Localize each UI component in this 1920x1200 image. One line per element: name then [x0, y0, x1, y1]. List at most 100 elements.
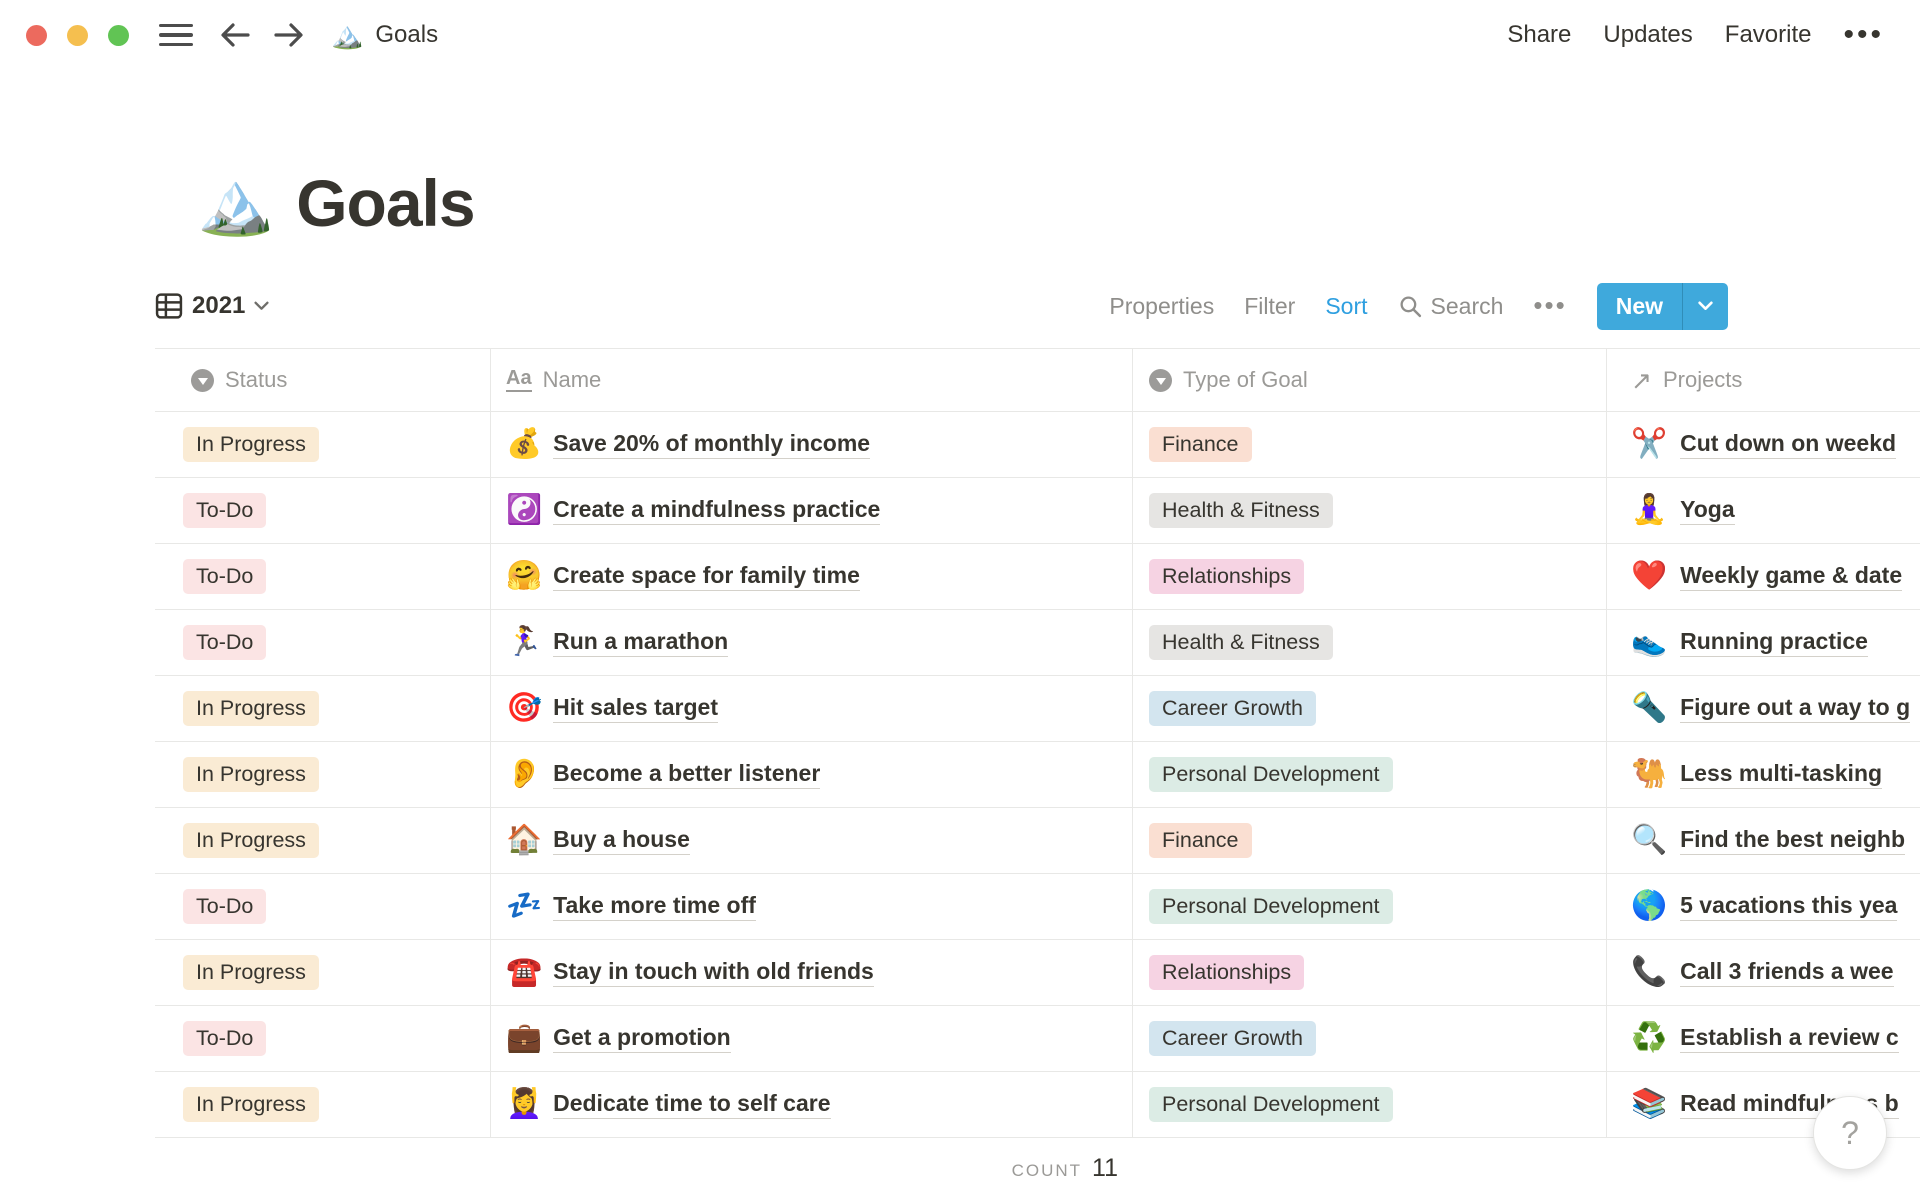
- type-badge[interactable]: Health & Fitness: [1149, 493, 1333, 528]
- type-badge[interactable]: Career Growth: [1149, 691, 1316, 726]
- page-mountain-icon[interactable]: 🏔️: [197, 169, 274, 238]
- project-emoji-icon: 🧘‍♀️: [1631, 494, 1668, 526]
- goal-name-link[interactable]: Become a better listener: [553, 760, 821, 789]
- project-link[interactable]: 5 vacations this yea: [1680, 892, 1898, 921]
- window-title-bar: 🏔️ Goals Share Updates Favorite •••: [0, 0, 1920, 70]
- status-badge[interactable]: In Progress: [183, 691, 319, 726]
- project-link[interactable]: Find the best neighb: [1680, 826, 1905, 855]
- favorite-button[interactable]: Favorite: [1725, 21, 1812, 49]
- forward-arrow-icon[interactable]: [273, 21, 305, 49]
- type-badge[interactable]: Finance: [1149, 427, 1252, 462]
- status-badge[interactable]: To-Do: [183, 625, 267, 660]
- share-button[interactable]: Share: [1507, 21, 1571, 49]
- projects-cell: ✂️ Cut down on weekd: [1606, 412, 1920, 477]
- minimize-window-button[interactable]: [67, 24, 88, 46]
- status-badge[interactable]: In Progress: [183, 1087, 319, 1122]
- project-link[interactable]: Call 3 friends a wee: [1680, 958, 1894, 987]
- projects-cell: ♻️ Establish a review c: [1606, 1006, 1920, 1071]
- project-link[interactable]: Running practice: [1680, 628, 1868, 657]
- goal-name-link[interactable]: Stay in touch with old friends: [553, 958, 874, 987]
- projects-cell: 🌎 5 vacations this yea: [1606, 874, 1920, 939]
- name-cell: 💼 Get a promotion: [490, 1006, 1132, 1071]
- goal-emoji-icon: ☯️: [506, 494, 543, 526]
- project-link[interactable]: Establish a review c: [1680, 1024, 1899, 1053]
- more-options-icon[interactable]: •••: [1843, 20, 1884, 50]
- project-link[interactable]: Figure out a way to g: [1680, 694, 1911, 723]
- breadcrumb[interactable]: 🏔️ Goals: [331, 21, 438, 49]
- column-label: Projects: [1662, 367, 1743, 392]
- updates-button[interactable]: Updates: [1603, 21, 1692, 49]
- close-window-button[interactable]: [26, 24, 47, 46]
- status-badge[interactable]: To-Do: [183, 493, 267, 528]
- type-badge[interactable]: Relationships: [1149, 559, 1305, 594]
- goal-emoji-icon: 💼: [506, 1022, 543, 1054]
- sort-button[interactable]: Sort: [1325, 293, 1367, 320]
- goal-name-link[interactable]: Get a promotion: [553, 1024, 731, 1053]
- project-emoji-icon: 👟: [1631, 626, 1668, 658]
- status-badge[interactable]: To-Do: [183, 559, 267, 594]
- goal-name-link[interactable]: Save 20% of monthly income: [553, 430, 871, 459]
- status-badge[interactable]: In Progress: [183, 955, 319, 990]
- goal-emoji-icon: 🏠: [506, 824, 543, 856]
- sidebar-menu-icon[interactable]: [159, 23, 193, 47]
- project-link[interactable]: Yoga: [1680, 496, 1735, 525]
- count-calculation[interactable]: COUNT 11: [1012, 1154, 1132, 1183]
- help-button[interactable]: ?: [1813, 1096, 1887, 1170]
- type-badge[interactable]: Personal Development: [1149, 889, 1393, 924]
- status-badge[interactable]: In Progress: [183, 823, 319, 858]
- projects-cell: ❤️ Weekly game & date: [1606, 544, 1920, 609]
- view-tab-2021[interactable]: 2021: [155, 292, 269, 320]
- project-link[interactable]: Weekly game & date: [1680, 562, 1903, 591]
- project-emoji-icon: 🐫: [1631, 758, 1668, 790]
- type-badge[interactable]: Health & Fitness: [1149, 625, 1333, 660]
- status-cell: To-Do: [155, 610, 490, 675]
- goal-name-link[interactable]: Hit sales target: [553, 694, 719, 723]
- table-row: In Progress ☎️ Stay in touch with old fri…: [155, 940, 1920, 1006]
- view-options-icon[interactable]: •••: [1533, 293, 1566, 318]
- type-badge[interactable]: Finance: [1149, 823, 1252, 858]
- table-row: In Progress 👂 Become a better listener Pe…: [155, 742, 1920, 808]
- status-cell: To-Do: [155, 1006, 490, 1071]
- status-badge[interactable]: To-Do: [183, 889, 267, 924]
- column-header-projects[interactable]: ↗ Projects: [1606, 349, 1920, 411]
- goal-name-link[interactable]: Create space for family time: [553, 562, 860, 591]
- properties-button[interactable]: Properties: [1109, 293, 1214, 320]
- project-link[interactable]: Cut down on weekd: [1680, 430, 1897, 459]
- goal-name-link[interactable]: Dedicate time to self care: [553, 1090, 831, 1119]
- table-row: To-Do 🏃‍♀️ Run a marathon Health & Fitnes…: [155, 610, 1920, 676]
- new-button[interactable]: New: [1597, 283, 1682, 330]
- projects-cell: 📞 Call 3 friends a wee: [1606, 940, 1920, 1005]
- status-badge[interactable]: In Progress: [183, 757, 319, 792]
- table-row: In Progress 🏠 Buy a house Finance 🔍 Find t…: [155, 808, 1920, 874]
- filter-button[interactable]: Filter: [1244, 293, 1295, 320]
- name-cell: 🤗 Create space for family time: [490, 544, 1132, 609]
- type-badge[interactable]: Personal Development: [1149, 1087, 1393, 1122]
- back-arrow-icon[interactable]: [219, 21, 251, 49]
- column-header-name[interactable]: Aa Name: [490, 349, 1132, 411]
- goal-name-link[interactable]: Buy a house: [553, 826, 690, 855]
- goal-name-link[interactable]: Run a marathon: [553, 628, 729, 657]
- column-header-type-of-goal[interactable]: Type of Goal: [1132, 349, 1606, 411]
- projects-cell: 🧘‍♀️ Yoga: [1606, 478, 1920, 543]
- page-title[interactable]: Goals: [296, 168, 475, 238]
- project-link[interactable]: Less multi-tasking: [1680, 760, 1883, 789]
- search-button[interactable]: Search: [1398, 293, 1503, 320]
- name-cell: ☎️ Stay in touch with old friends: [490, 940, 1132, 1005]
- name-cell: 🏃‍♀️ Run a marathon: [490, 610, 1132, 675]
- goal-name-link[interactable]: Create a mindfulness practice: [553, 496, 881, 525]
- status-badge[interactable]: In Progress: [183, 427, 319, 462]
- column-header-status[interactable]: Status: [155, 349, 490, 411]
- status-cell: In Progress: [155, 676, 490, 741]
- type-badge[interactable]: Personal Development: [1149, 757, 1393, 792]
- project-emoji-icon: 📞: [1631, 956, 1668, 988]
- status-cell: In Progress: [155, 1072, 490, 1137]
- zoom-window-button[interactable]: [108, 24, 129, 46]
- goal-name-link[interactable]: Take more time off: [553, 892, 756, 921]
- project-emoji-icon: ❤️: [1631, 560, 1668, 592]
- project-emoji-icon: 📚: [1631, 1088, 1668, 1120]
- search-icon: [1400, 296, 1421, 317]
- new-dropdown-button[interactable]: [1682, 282, 1728, 330]
- status-badge[interactable]: To-Do: [183, 1021, 267, 1056]
- type-badge[interactable]: Relationships: [1149, 955, 1305, 990]
- type-badge[interactable]: Career Growth: [1149, 1021, 1316, 1056]
